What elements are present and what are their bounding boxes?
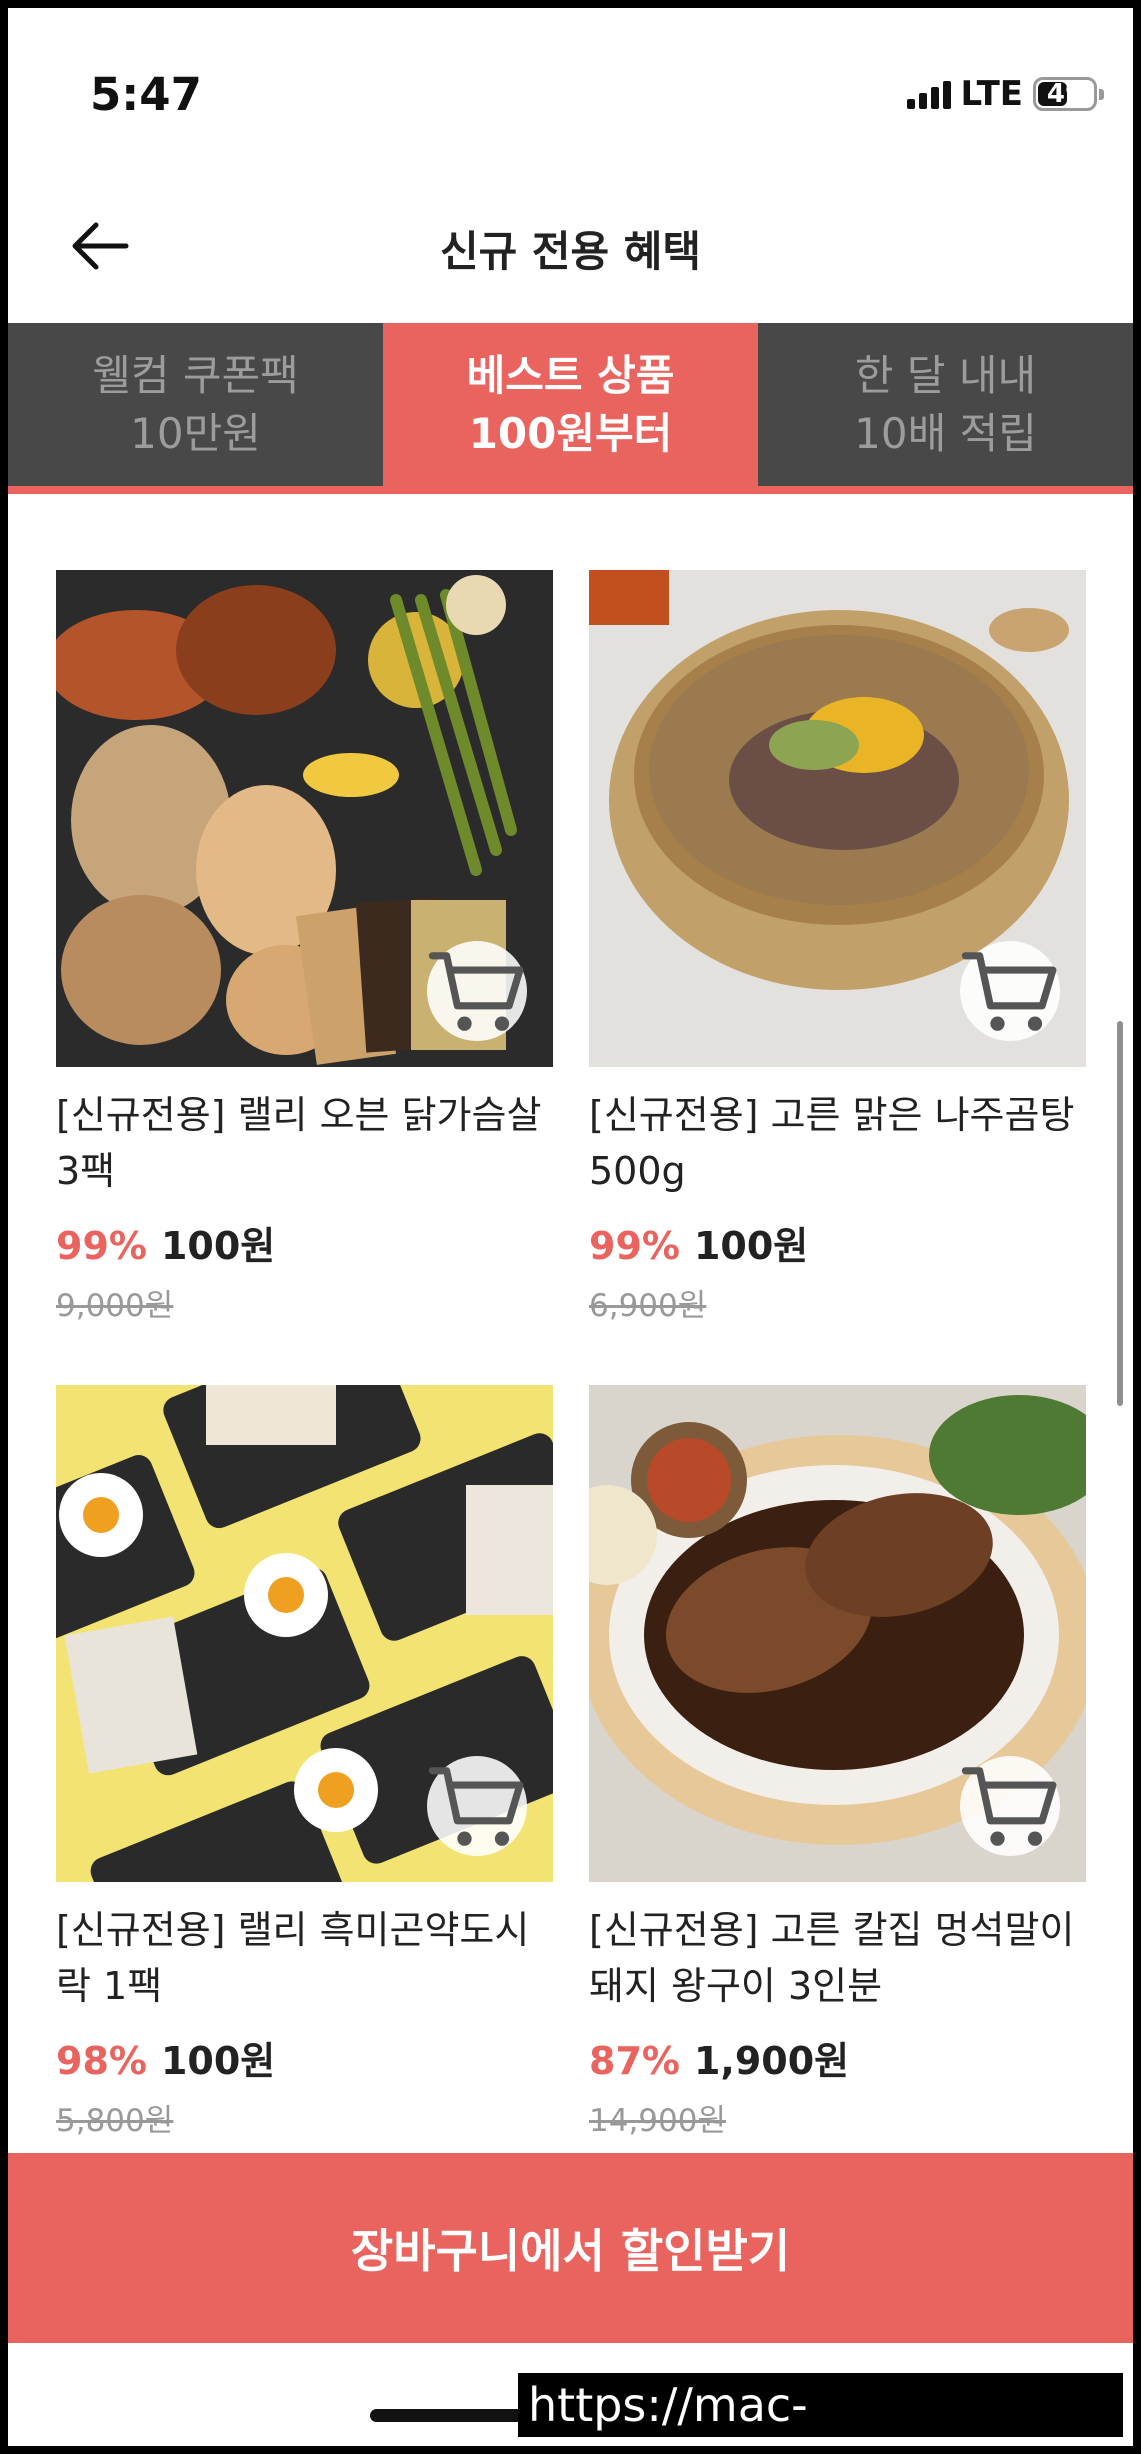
add-to-cart-button[interactable] (427, 1756, 527, 1856)
cart-icon (961, 1766, 1057, 1846)
product-image-chicken[interactable] (56, 570, 553, 1067)
price-row: 99% 100원 (589, 1215, 1086, 1270)
tab-label-line1: 한 달 내내 (854, 350, 1037, 400)
tab-label-line1: 웰컴 쿠폰팩 (92, 350, 299, 400)
product-card[interactable]: [신규전용] 고른 칼집 멍석말이 돼지 왕구이 3인분 87% 1,900원 1… (589, 1385, 1086, 2140)
sale-price: 100원 (693, 1224, 809, 1268)
tab-best-products[interactable]: 베스트 상품 100원부터 (383, 323, 758, 486)
original-price: 6,900원 (589, 1288, 707, 1324)
cart-icon (961, 951, 1057, 1031)
battery-icon: 49 (1033, 77, 1104, 111)
product-card[interactable]: [신규전용] 고른 맑은 나주곰탕 500g 99% 100원 6,900원 (589, 570, 1086, 1325)
product-image-gomtang[interactable] (589, 570, 1086, 1067)
product-name[interactable]: [신규전용] 랠리 오븐 닭가슴살 3팩 (56, 1087, 553, 1199)
product-name[interactable]: [신규전용] 고른 칼집 멍석말이 돼지 왕구이 3인분 (589, 1902, 1086, 2014)
tab-underline (8, 486, 1133, 494)
sale-price: 100원 (160, 2039, 276, 2083)
product-name[interactable]: [신규전용] 랠리 흑미곤약도시락 1팩 (56, 1902, 553, 2014)
tab-ten-times-points[interactable]: 한 달 내내 10배 적립 (758, 323, 1133, 486)
price-row: 99% 100원 (56, 1215, 553, 1270)
tab-label-line2: 10만원 (130, 408, 261, 458)
scrollbar[interactable] (1117, 1021, 1123, 1406)
discount-rate: 99% (589, 1224, 680, 1268)
sale-price: 1,900원 (693, 2039, 850, 2083)
price-row: 98% 100원 (56, 2030, 553, 2085)
product-card[interactable]: [신규전용] 랠리 흑미곤약도시락 1팩 98% 100원 5,800원 (56, 1385, 553, 2140)
tab-label-line1: 베스트 상품 (466, 350, 675, 400)
discount-rate: 98% (56, 2039, 147, 2083)
add-to-cart-button[interactable] (960, 1756, 1060, 1856)
cart-discount-button[interactable]: 장바구니에서 할인받기 (8, 2153, 1133, 2343)
price-row: 87% 1,900원 (589, 2030, 1086, 2085)
watermark-url: https://mac-os.tistory.com (518, 2373, 1123, 2446)
tab-bar: 웰컴 쿠폰팩 10만원 베스트 상품 100원부터 한 달 내내 10배 적립 (8, 323, 1133, 486)
product-image-lunchbox[interactable] (56, 1385, 553, 1882)
tab-label-line2: 10배 적립 (854, 408, 1037, 458)
product-name[interactable]: [신규전용] 고른 맑은 나주곰탕 500g (589, 1087, 1086, 1199)
discount-rate: 99% (56, 1224, 147, 1268)
status-icons: LTE 49 (906, 74, 1104, 114)
add-to-cart-button[interactable] (960, 941, 1060, 1041)
product-card[interactable]: [신규전용] 랠리 오븐 닭가슴살 3팩 99% 100원 9,000원 (56, 570, 553, 1325)
battery-level: 49 (1046, 79, 1084, 109)
cart-icon (428, 951, 524, 1031)
signal-icon (906, 79, 951, 109)
cart-icon (428, 1766, 524, 1846)
original-price: 14,900원 (589, 2103, 726, 2139)
tab-welcome-coupon[interactable]: 웰컴 쿠폰팩 10만원 (8, 323, 383, 486)
add-to-cart-button[interactable] (427, 941, 527, 1041)
status-time: 5:47 (90, 68, 202, 121)
sale-price: 100원 (160, 1224, 276, 1268)
network-label: LTE (960, 74, 1023, 114)
tab-label-line2: 100원부터 (468, 408, 673, 458)
original-price: 9,000원 (56, 1288, 174, 1324)
discount-rate: 87% (589, 2039, 680, 2083)
screen: 5:47 LTE 49 신규 전용 혜택 웰컴 쿠폰팩 10만원 베스트 상품 10… (8, 8, 1133, 2446)
original-price: 5,800원 (56, 2103, 174, 2139)
page-title: 신규 전용 혜택 (439, 227, 702, 276)
product-image-pork[interactable] (589, 1385, 1086, 1882)
